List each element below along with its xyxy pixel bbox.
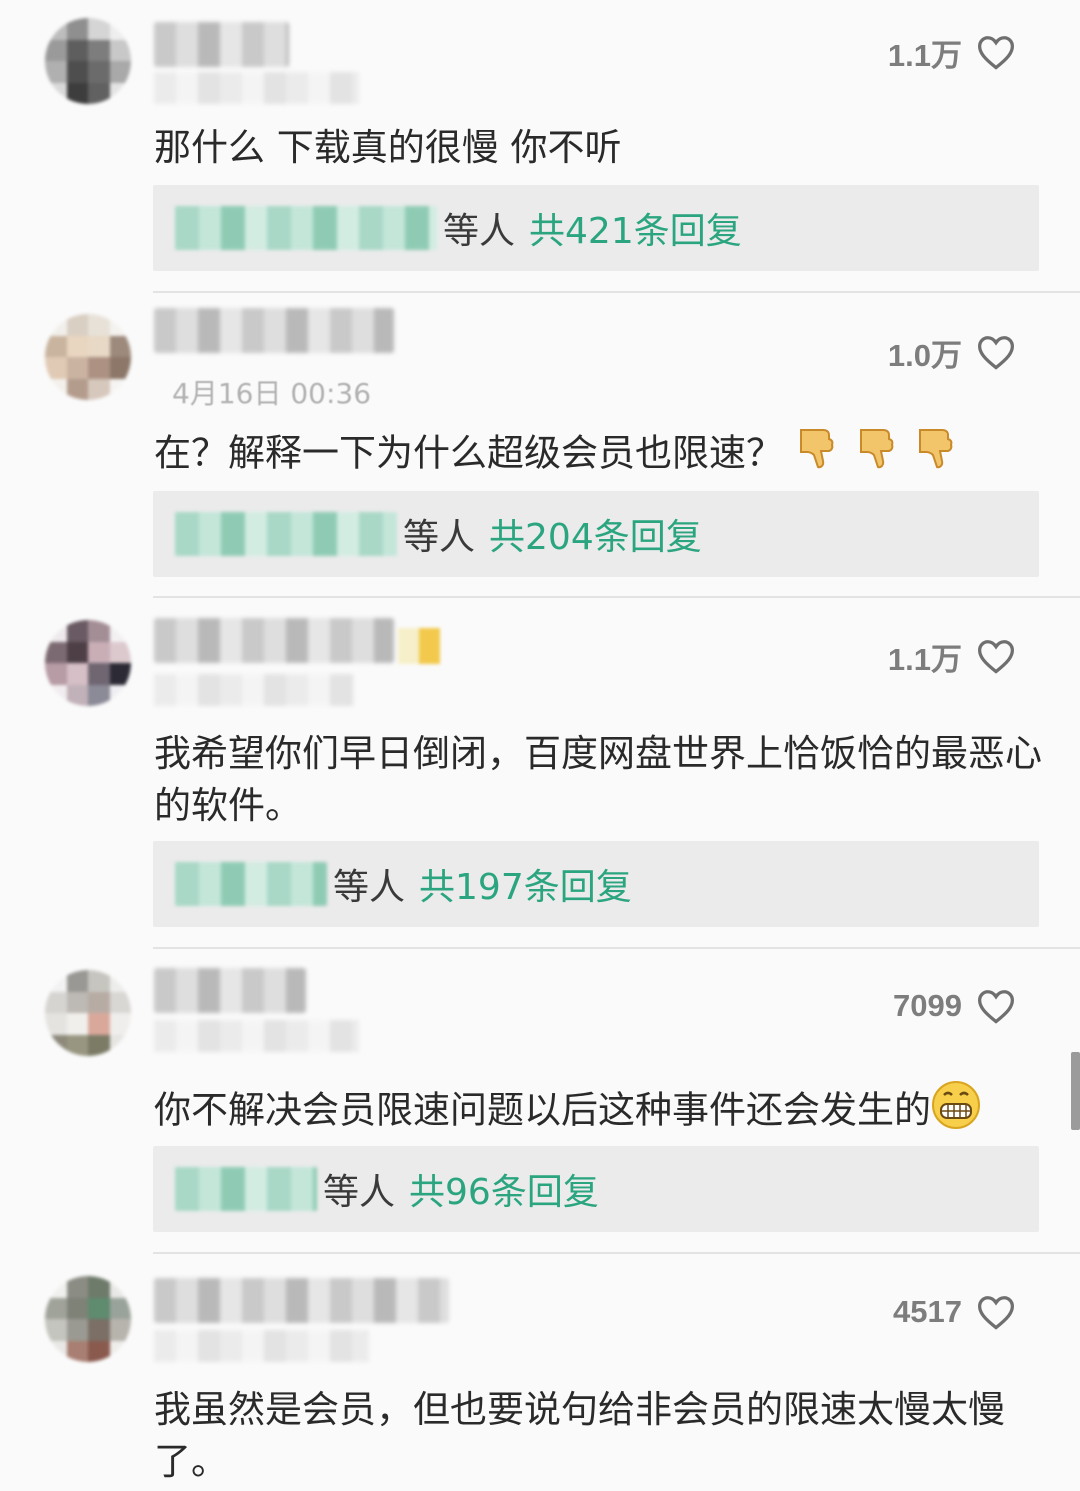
heart-icon[interactable] — [976, 638, 1016, 674]
divider — [153, 947, 1080, 949]
like-count: 1.1万 — [887, 641, 962, 677]
comment-text: 那什么 下载真的很慢 你不听 — [154, 126, 622, 169]
reply-by-label: 等人 — [323, 1172, 396, 1213]
heart-icon[interactable] — [976, 1294, 1016, 1330]
like-area[interactable]: 1.1万 — [887, 32, 1016, 73]
reply-summary[interactable]: 等人 共197条回复 — [153, 841, 1039, 927]
reply-summary[interactable]: 等人 共96条回复 — [153, 1146, 1039, 1232]
username-redacted[interactable] — [154, 22, 289, 67]
date-redacted — [154, 674, 354, 706]
like-area[interactable]: 1.1万 — [887, 636, 1016, 677]
like-area[interactable]: 4517 — [893, 1292, 1016, 1332]
reply-users-redacted — [175, 512, 397, 556]
comment-text-row: 在？解释一下为什么超级会员也限速？ — [154, 424, 1044, 486]
comment-text-row: 你不解决会员限速问题以后这种事件还会发生的 — [154, 1080, 1044, 1144]
divider — [153, 1252, 1080, 1254]
date-redacted — [154, 72, 359, 104]
grinning-face-icon — [931, 1080, 981, 1144]
username-redacted[interactable] — [154, 618, 394, 663]
date-redacted — [154, 1020, 359, 1052]
comment-date: 4月16日 00:36 — [172, 377, 372, 410]
heart-icon[interactable] — [976, 334, 1016, 370]
reply-by-label: 等人 — [333, 867, 406, 908]
avatar[interactable] — [45, 314, 131, 400]
like-count: 1.0万 — [887, 337, 962, 373]
reply-count-link[interactable]: 共96条回复 — [409, 1163, 599, 1215]
reply-users-redacted — [175, 206, 437, 250]
reply-by-label: 等人 — [443, 211, 516, 252]
reply-summary[interactable]: 等人 共421条回复 — [153, 185, 1039, 271]
username-redacted[interactable] — [154, 1278, 449, 1323]
reply-count-link[interactable]: 共197条回复 — [419, 858, 632, 910]
like-count: 1.1万 — [887, 37, 962, 73]
avatar[interactable] — [45, 620, 131, 706]
thumbs-down-icon — [795, 424, 843, 486]
avatar[interactable] — [45, 18, 131, 104]
badge-redacted — [398, 628, 440, 664]
reply-by-label: 等人 — [403, 517, 476, 558]
comment-text: 我虽然是会员，但也要说句给非会员的限速太慢太慢了。 — [154, 1388, 1005, 1483]
reply-count-link[interactable]: 共421条回复 — [529, 202, 742, 254]
reply-count-link[interactable]: 共204条回复 — [489, 508, 702, 560]
comment-text: 在？解释一下为什么超级会员也限速？ — [154, 431, 783, 475]
reply-summary[interactable]: 等人 共204条回复 — [153, 491, 1039, 577]
divider — [153, 291, 1080, 293]
date-redacted — [154, 1330, 369, 1362]
thumbs-down-icon — [914, 424, 962, 486]
like-count: 7099 — [893, 988, 962, 1023]
avatar[interactable] — [45, 1276, 131, 1362]
like-area[interactable]: 7099 — [893, 986, 1016, 1026]
comment-text: 你不解决会员限速问题以后这种事件还会发生的 — [154, 1088, 931, 1132]
heart-icon[interactable] — [976, 34, 1016, 70]
like-area[interactable]: 1.0万 — [887, 332, 1016, 373]
username-redacted[interactable] — [154, 308, 394, 353]
username-redacted[interactable] — [154, 968, 306, 1013]
avatar[interactable] — [45, 970, 131, 1056]
reply-users-redacted — [175, 862, 327, 906]
like-count: 4517 — [893, 1294, 962, 1329]
scrollbar[interactable] — [1071, 1052, 1080, 1130]
comment-text: 我希望你们早日倒闭，百度网盘世界上恰饭恰的最恶心的软件。 — [154, 732, 1042, 827]
heart-icon[interactable] — [976, 988, 1016, 1024]
divider — [153, 596, 1080, 598]
reply-users-redacted — [175, 1167, 317, 1211]
thumbs-down-icon — [855, 424, 903, 486]
